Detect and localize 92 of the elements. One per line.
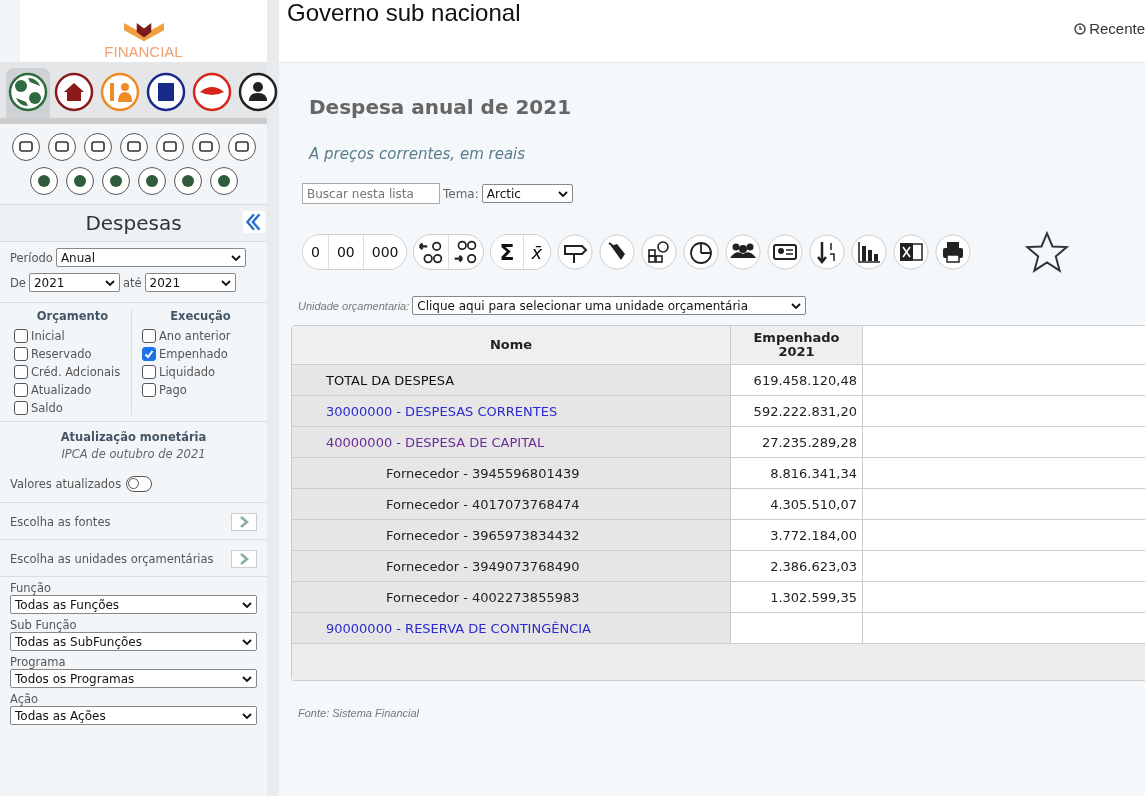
group-icon[interactable] (725, 234, 762, 270)
star-icon[interactable] (1025, 230, 1070, 274)
filter-select[interactable]: Todas as SubFunções (10, 632, 257, 651)
chooser-label: Escolha as fontes (10, 515, 111, 529)
printer-icon[interactable] (935, 234, 972, 270)
checkbox[interactable] (14, 365, 28, 379)
checkbox-option[interactable]: Liquidado (142, 365, 259, 379)
theme-label: Tema: (443, 186, 479, 201)
toggle-switch[interactable] (126, 476, 153, 492)
checkbox-option[interactable]: Ano anterior (142, 329, 259, 343)
row-name: Fornecedor - 3965973834432 (386, 527, 580, 543)
plug-icon[interactable] (599, 234, 636, 270)
column-header: Empenhado 2021 (731, 326, 863, 364)
number-format-button[interactable]: 0 (303, 235, 329, 269)
checkbox-option[interactable]: Créd. Adcionais (14, 365, 131, 379)
amount-cell: 27.235.289,28 (761, 434, 857, 450)
section-title: Despesas (85, 211, 182, 235)
amount-cell: 592.222.831,20 (753, 403, 857, 419)
recent-link[interactable]: Recente (1074, 20, 1145, 37)
amount-cell: 619.458.120,48 (753, 372, 857, 388)
group-title: Execução (169, 309, 232, 323)
registered-grid-icon[interactable] (641, 234, 678, 270)
row-name: Fornecedor - 3945596801439 (386, 465, 580, 481)
checkbox-option[interactable]: Empenhado (142, 347, 259, 361)
from-year-select[interactable]: 2021 (28, 273, 120, 292)
sort-icon[interactable] (809, 234, 846, 270)
report-title: Despesa anual de 2021 (309, 95, 573, 119)
to-year-select[interactable]: 2021 (144, 273, 236, 292)
chevron-down-icon (557, 190, 568, 197)
toggle-label: Valores atualizados (10, 477, 122, 491)
chevron-down-icon (104, 279, 115, 286)
collapse-icon[interactable] (243, 211, 265, 233)
to-label: até (122, 275, 142, 290)
chevron-down-icon (220, 279, 231, 286)
unit-select[interactable]: Clique aqui para selecionar uma unidade orçamentária (412, 296, 807, 315)
row-name: Fornecedor - 3949073768490 (386, 558, 580, 574)
filter-select[interactable]: Todas as Funções (10, 595, 257, 614)
checkbox[interactable] (142, 365, 156, 379)
amount-cell: 8.816.341,34 (770, 465, 857, 481)
pie-chart-icon[interactable] (683, 234, 720, 270)
module-tab[interactable] (6, 68, 50, 118)
filter-label: Sub Função (10, 618, 78, 632)
chooser-label: Escolha as unidades orçamentárias (10, 552, 214, 566)
amount-cell: 2.386.623,03 (770, 558, 857, 574)
checkbox[interactable] (142, 329, 156, 343)
brand-name: FINANCIAL (104, 43, 183, 60)
checkbox[interactable] (14, 383, 28, 397)
chevron-down-icon (242, 638, 252, 645)
filter-label: Ação (10, 692, 40, 706)
chevron-down-icon (230, 254, 241, 261)
checkbox-option[interactable]: Atualizado (14, 383, 131, 397)
checkbox[interactable] (142, 347, 156, 361)
checkbox-option[interactable]: Saldo (14, 401, 131, 415)
monetary-subtitle: IPCA de outubro de 2021 (61, 447, 206, 461)
checkbox[interactable] (142, 383, 156, 397)
source-note: Fonte: Sistema Financial (298, 707, 421, 719)
filter-label: Função (10, 581, 52, 595)
clock-icon (1074, 22, 1087, 35)
amount-cell: 3.772.184,00 (770, 527, 857, 543)
bar-chart-icon[interactable] (851, 234, 888, 270)
filter-label: Programa (10, 655, 67, 669)
amount-cell: 1.302.599,35 (770, 589, 857, 605)
sum-button[interactable]: Σ (491, 235, 524, 269)
chevron-down-icon (242, 675, 252, 682)
checkbox-option[interactable]: Inicial (14, 329, 131, 343)
row-name: Fornecedor - 4002273855983 (386, 589, 580, 605)
filter-select[interactable]: Todos os Programas (10, 669, 257, 688)
group-title: Orçamento (35, 309, 110, 323)
unit-label: Unidade orçamentaria: (298, 299, 410, 312)
row-name: Fornecedor - 4017073768474 (386, 496, 580, 512)
period-label: Período (10, 250, 53, 265)
search-field[interactable]: Buscar nesta lista (302, 183, 440, 204)
monitor-icon[interactable] (10, 132, 41, 162)
report-subtitle: A preços correntes, em reais (309, 145, 527, 163)
checkbox-option[interactable]: Pago (142, 383, 259, 397)
from-label: De (10, 275, 26, 290)
checkbox[interactable] (14, 401, 28, 415)
checkbox[interactable] (14, 329, 28, 343)
page-heading: Governo sub nacional (287, 0, 521, 26)
spreadsheet-icon[interactable] (893, 234, 930, 270)
column-header: Nome (292, 326, 731, 364)
checkbox[interactable] (14, 347, 28, 361)
filter-select[interactable]: Todas as Ações (10, 706, 257, 725)
theme-select[interactable]: Arctic (481, 184, 573, 203)
checkbox-option[interactable]: Reservado (14, 347, 131, 361)
chevron-down-icon (791, 302, 802, 309)
monetary-title: Atualização monetária (60, 430, 207, 444)
amount-cell: 4.305.510,07 (770, 496, 857, 512)
chevron-down-icon (242, 601, 252, 608)
row-name: TOTAL DA DESPESA (326, 372, 455, 388)
chevron-down-icon (242, 712, 252, 719)
period-select[interactable]: Anual (55, 248, 246, 267)
